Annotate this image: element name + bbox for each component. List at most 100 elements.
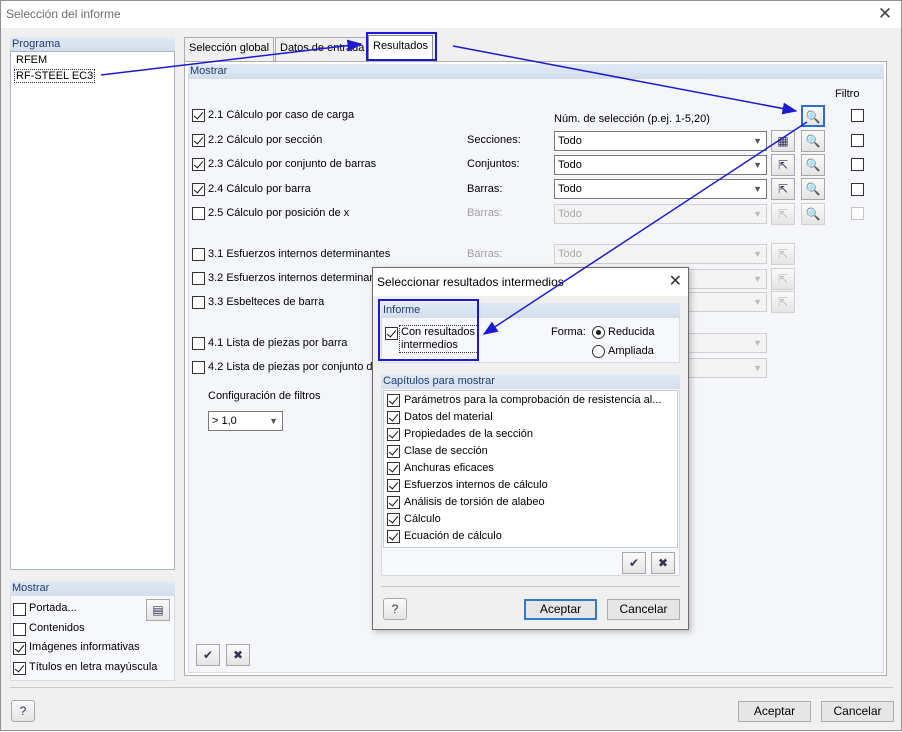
- capitulo-label: Anchuras eficaces: [404, 462, 494, 474]
- row-2-4-field-label: Barras:: [467, 183, 503, 195]
- uncheck-all-icon[interactable]: ✖: [226, 644, 250, 666]
- row-2-2-combo-value: Todo: [558, 135, 582, 147]
- chevron-down-icon: ▼: [753, 338, 762, 348]
- title-bar: Selección del informe ✕: [1, 1, 901, 28]
- titulos-checkbox[interactable]: [13, 662, 26, 675]
- capitulo-label: Análisis de torsión de alabeo: [404, 496, 545, 508]
- row-2-4-filter-checkbox[interactable]: [851, 183, 864, 196]
- dialog-close-icon[interactable]: ✕: [669, 271, 682, 291]
- dialog-cancelar-button[interactable]: Cancelar: [607, 599, 680, 620]
- row-2-5-filter-checkbox[interactable]: [851, 207, 864, 220]
- config-filtros-combo[interactable]: > 1,0 ▼: [208, 411, 283, 431]
- row-3-3-pick-button[interactable]: ⇱: [771, 291, 795, 313]
- row-2-3-label: 2.3 Cálculo por conjunto de barras: [208, 158, 377, 170]
- annotation-highlight-option: [378, 299, 479, 361]
- row-3-1-combo[interactable]: Todo ▼: [554, 244, 767, 264]
- row-2-5-pick-button[interactable]: ⇱: [771, 203, 795, 225]
- mostrar-left-header: Mostrar: [10, 581, 175, 595]
- row-2-2-select-button[interactable]: 🔍: [801, 130, 825, 152]
- programa-list[interactable]: RFEM RF-STEEL EC3: [10, 51, 175, 570]
- row-2-3-pick-button[interactable]: ⇱: [771, 154, 795, 176]
- capitulo-checkbox[interactable]: [387, 513, 400, 526]
- cancelar-button[interactable]: Cancelar: [821, 701, 894, 722]
- row-2-2-table-button[interactable]: ▦: [771, 130, 795, 152]
- chevron-down-icon: ▼: [269, 416, 278, 426]
- capitulo-checkbox[interactable]: [387, 496, 400, 509]
- portada-settings-button[interactable]: ▤: [146, 599, 170, 621]
- config-filtros-label: Configuración de filtros: [208, 390, 321, 402]
- dialog-help-icon[interactable]: ?: [383, 598, 407, 620]
- row-3-1-pick-button[interactable]: ⇱: [771, 243, 795, 265]
- capitulo-label: Datos del material: [404, 411, 493, 423]
- row-2-5-combo[interactable]: Todo ▼: [554, 204, 767, 224]
- row-3-2-checkbox[interactable]: [192, 272, 205, 285]
- row-3-1-checkbox[interactable]: [192, 248, 205, 261]
- row-2-3-combo-value: Todo: [558, 159, 582, 171]
- row-4-1-checkbox[interactable]: [192, 337, 205, 350]
- row-3-2-pick-button[interactable]: ⇱: [771, 268, 795, 290]
- capitulos-header: Capítulos para mostrar: [381, 374, 680, 388]
- imagenes-checkbox[interactable]: [13, 642, 26, 655]
- forma-ampliada-label: Ampliada: [608, 345, 654, 357]
- report-selection-window: Selección del informe ✕ Programa RFEM RF…: [0, 0, 902, 731]
- tab-datos-entrada[interactable]: Datos de entrada: [275, 37, 370, 61]
- window-title: Selección del informe: [6, 7, 121, 21]
- row-3-1-combo-value: Todo: [558, 248, 582, 260]
- help-icon[interactable]: ?: [11, 700, 35, 722]
- dialog-check-all-icon[interactable]: ✔: [622, 552, 646, 574]
- row-2-2-checkbox[interactable]: [192, 134, 205, 147]
- forma-reducida-radio[interactable]: [592, 326, 605, 339]
- row-2-4-checkbox[interactable]: [192, 183, 205, 196]
- chevron-down-icon: ▼: [753, 274, 762, 284]
- capitulo-label: Propiedades de la sección: [404, 428, 534, 440]
- row-2-5-select-button[interactable]: 🔍: [801, 203, 825, 225]
- row-2-2-filter-checkbox[interactable]: [851, 134, 864, 147]
- portada-label: Portada...: [29, 602, 77, 614]
- row-4-2-checkbox[interactable]: [192, 361, 205, 374]
- capitulos-list[interactable]: Parámetros para la comprobación de resis…: [383, 390, 678, 548]
- check-all-icon[interactable]: ✔: [196, 644, 220, 666]
- capitulo-label: Parámetros para la comprobación de resis…: [404, 394, 662, 406]
- chevron-down-icon: ▼: [753, 249, 762, 259]
- aceptar-button[interactable]: Aceptar: [738, 701, 811, 722]
- mostrar-right-header: Mostrar: [188, 64, 884, 78]
- row-2-4-select-button[interactable]: 🔍: [801, 178, 825, 200]
- row-4-1-label: 4.1 Lista de piezas por barra: [208, 337, 348, 349]
- capitulo-checkbox[interactable]: [387, 428, 400, 441]
- capitulo-checkbox[interactable]: [387, 445, 400, 458]
- tab-seleccion-global[interactable]: Selección global: [184, 37, 275, 61]
- capitulo-checkbox[interactable]: [387, 479, 400, 492]
- contenidos-checkbox[interactable]: [13, 623, 26, 636]
- row-2-3-combo[interactable]: Todo ▼: [554, 155, 767, 175]
- row-2-1-label: 2.1 Cálculo por caso de carga: [208, 109, 355, 121]
- row-3-3-checkbox[interactable]: [192, 296, 205, 309]
- close-icon[interactable]: ✕: [875, 4, 895, 24]
- row-2-2-combo[interactable]: Todo ▼: [554, 131, 767, 151]
- chevron-down-icon: ▼: [753, 184, 762, 194]
- row-2-4-combo[interactable]: Todo ▼: [554, 179, 767, 199]
- chevron-down-icon: ▼: [753, 297, 762, 307]
- row-2-1-select-button[interactable]: 🔍: [801, 105, 825, 127]
- dialog-uncheck-all-icon[interactable]: ✖: [651, 552, 675, 574]
- dialog-aceptar-button[interactable]: Aceptar: [524, 599, 597, 620]
- row-2-1-checkbox[interactable]: [192, 109, 205, 122]
- row-3-1-field-label: Barras:: [467, 248, 503, 260]
- dialog-divider: [381, 586, 680, 587]
- programa-item-rfem[interactable]: RFEM: [16, 54, 47, 66]
- forma-label: Forma:: [551, 326, 586, 338]
- portada-checkbox[interactable]: [13, 603, 26, 616]
- row-2-5-checkbox[interactable]: [192, 207, 205, 220]
- capitulo-checkbox[interactable]: [387, 394, 400, 407]
- row-2-4-pick-button[interactable]: ⇱: [771, 178, 795, 200]
- capitulo-checkbox[interactable]: [387, 462, 400, 475]
- row-2-3-filter-checkbox[interactable]: [851, 158, 864, 171]
- programa-item-rf-steel[interactable]: RF-STEEL EC3: [14, 69, 96, 83]
- row-2-3-select-button[interactable]: 🔍: [801, 154, 825, 176]
- row-2-3-checkbox[interactable]: [192, 158, 205, 171]
- capitulo-label: Cálculo: [404, 513, 441, 525]
- row-2-4-label: 2.4 Cálculo por barra: [208, 183, 311, 195]
- row-2-1-filter-checkbox[interactable]: [851, 109, 864, 122]
- capitulo-checkbox[interactable]: [387, 530, 400, 543]
- capitulo-checkbox[interactable]: [387, 411, 400, 424]
- forma-ampliada-radio[interactable]: [592, 345, 605, 358]
